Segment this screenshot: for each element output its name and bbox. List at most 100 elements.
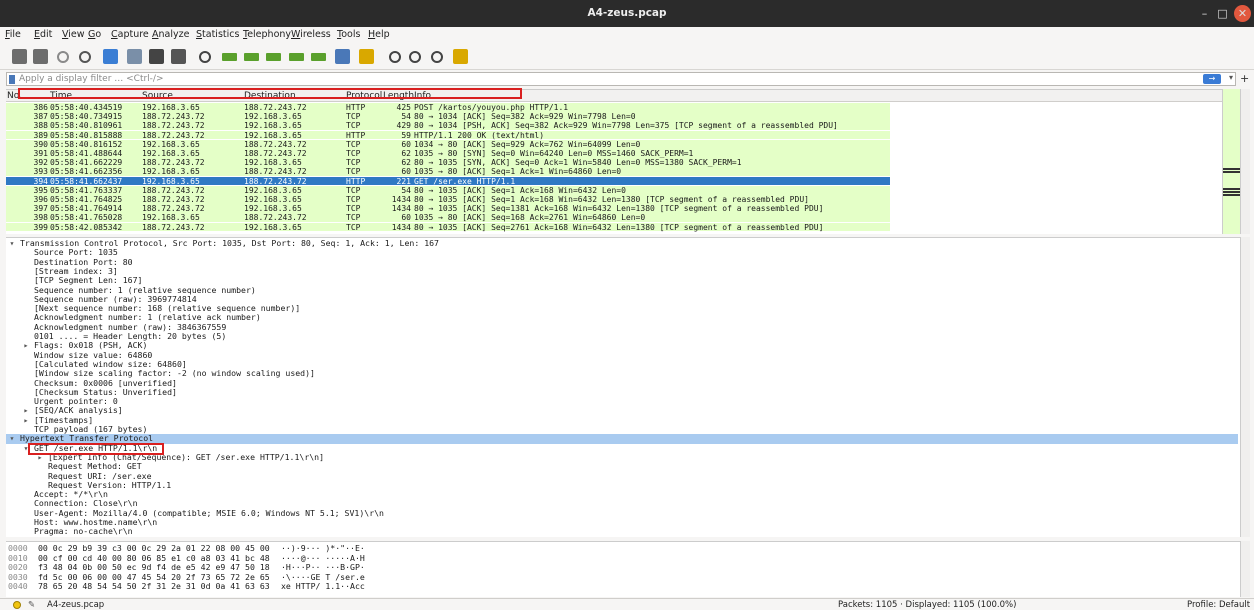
menu-tools[interactable]: Tools bbox=[337, 29, 360, 40]
column-source[interactable]: Source bbox=[142, 90, 173, 102]
details-row[interactable]: ▸ [Expert Info (Chat/Sequence): GET /ser.… bbox=[6, 452, 1238, 462]
zoom-normal-icon[interactable] bbox=[427, 47, 446, 66]
details-row[interactable]: 0101 .... = Header Length: 20 bytes (5) bbox=[6, 331, 1238, 341]
menu-file[interactable]: File bbox=[5, 29, 21, 40]
packet-row[interactable]: 395 05:58:41.763337 188.72.243.72 192.168.3… bbox=[6, 185, 890, 195]
close-file-icon[interactable] bbox=[147, 47, 166, 66]
collapse-arrow-icon[interactable]: ▾ bbox=[8, 433, 16, 443]
expert-info-indicator-icon[interactable] bbox=[13, 601, 21, 609]
packet-minimap[interactable] bbox=[1222, 89, 1241, 234]
packet-bytes-scrollbar[interactable] bbox=[1240, 541, 1250, 597]
expand-arrow-icon[interactable]: ▸ bbox=[22, 340, 30, 350]
details-row[interactable]: ▸ [Timestamps] bbox=[6, 415, 1238, 425]
reload-file-icon[interactable] bbox=[169, 47, 188, 66]
details-row[interactable]: Urgent pointer: 0 bbox=[6, 396, 1238, 406]
column-info[interactable]: Info bbox=[414, 90, 431, 102]
menu-statistics[interactable]: Statistics bbox=[196, 29, 239, 40]
packet-row[interactable]: 394 05:58:41.662437 192.168.3.65 188.72.243… bbox=[6, 176, 890, 186]
details-row[interactable]: Pragma: no-cache\r\n bbox=[6, 526, 1238, 536]
add-filter-button[interactable]: + bbox=[1240, 72, 1249, 85]
go-to-packet-icon[interactable] bbox=[264, 47, 283, 66]
details-row[interactable]: [Checksum Status: Unverified] bbox=[6, 387, 1238, 397]
resize-columns-icon[interactable] bbox=[451, 47, 470, 66]
find-packet-icon[interactable] bbox=[195, 47, 214, 66]
zoom-out-icon[interactable] bbox=[405, 47, 424, 66]
packet-row[interactable]: 392 05:58:41.662229 188.72.243.72 192.168.3… bbox=[6, 158, 890, 167]
apply-filter-button[interactable]: → bbox=[1203, 74, 1221, 84]
packet-row[interactable]: 396 05:58:41.764825 188.72.243.72 192.168.3… bbox=[6, 195, 890, 204]
packet-row[interactable]: 388 05:58:40.810961 188.72.243.72 192.168.3… bbox=[6, 121, 890, 130]
details-row[interactable]: Source Port: 1035 bbox=[6, 247, 1238, 257]
details-row[interactable]: Request Version: HTTP/1.1 bbox=[6, 480, 1238, 490]
filter-history-dropdown[interactable]: ▾ bbox=[1229, 73, 1233, 82]
details-row[interactable]: User-Agent: Mozilla/4.0 (compatible; MSI… bbox=[6, 508, 1238, 518]
details-row[interactable]: Host: www.hostme.name\r\n bbox=[6, 517, 1238, 527]
colorize-icon[interactable] bbox=[357, 47, 376, 66]
packet-row[interactable]: 386 05:58:40.434519 192.168.3.65 188.72.243… bbox=[6, 103, 890, 112]
restart-capture-icon[interactable] bbox=[53, 47, 72, 66]
start-capture-icon[interactable] bbox=[10, 47, 29, 66]
packet-row[interactable]: 399 05:58:42.085342 188.72.243.72 192.168.3… bbox=[6, 222, 890, 232]
details-row[interactable]: Window size value: 64860 bbox=[6, 350, 1238, 360]
maximize-button[interactable]: □ bbox=[1214, 5, 1231, 22]
menu-help[interactable]: Help bbox=[368, 29, 390, 40]
packet-row[interactable]: 391 05:58:41.488644 192.168.3.65 188.72.243… bbox=[6, 149, 890, 158]
packet-row[interactable]: 397 05:58:41.764914 188.72.243.72 192.168.3… bbox=[6, 204, 890, 213]
details-row[interactable]: Request Method: GET bbox=[6, 461, 1238, 471]
collapse-arrow-icon[interactable]: ▾ bbox=[8, 238, 16, 248]
stop-capture-icon[interactable] bbox=[31, 47, 50, 66]
details-row[interactable]: Accept: */*\r\n bbox=[6, 489, 1238, 499]
packet-list-scrollbar[interactable] bbox=[1240, 89, 1250, 234]
display-filter-bar[interactable]: Apply a display filter … <Ctrl-/> → ▾ bbox=[6, 72, 1236, 86]
bookmark-icon[interactable] bbox=[9, 75, 15, 84]
details-row[interactable]: Request URI: /ser.exe bbox=[6, 471, 1238, 481]
go-last-icon[interactable] bbox=[309, 47, 328, 66]
autoscroll-icon[interactable] bbox=[333, 47, 352, 66]
menu-analyze[interactable]: Analyze bbox=[152, 29, 189, 40]
column-destination[interactable]: Destination bbox=[244, 90, 296, 102]
column-length[interactable]: Length bbox=[383, 90, 414, 102]
open-file-icon[interactable] bbox=[101, 47, 120, 66]
packet-bytes-pane[interactable]: 0000 00 0c 29 b9 39 c3 00 0c 29 2a 01 22 … bbox=[6, 541, 1250, 597]
menu-capture[interactable]: Capture bbox=[111, 29, 149, 40]
display-filter-input[interactable]: Apply a display filter … <Ctrl-/> bbox=[19, 74, 164, 84]
details-row[interactable]: Checksum: 0x0006 [unverified] bbox=[6, 378, 1238, 388]
details-row[interactable]: ▾ Transmission Control Protocol, Src Port… bbox=[6, 238, 1238, 248]
menu-view[interactable]: View bbox=[62, 29, 85, 40]
details-row[interactable]: [Stream index: 3] bbox=[6, 266, 1238, 276]
minimize-button[interactable]: – bbox=[1196, 5, 1213, 22]
menu-wireless[interactable]: Wireless bbox=[291, 29, 331, 40]
capture-options-icon[interactable] bbox=[75, 47, 94, 66]
go-forward-icon[interactable] bbox=[242, 47, 261, 66]
column-protocol[interactable]: Protocol bbox=[346, 90, 382, 102]
packet-details-scrollbar[interactable] bbox=[1240, 237, 1250, 537]
capture-comment-icon[interactable]: ✎ bbox=[28, 599, 35, 610]
menu-go[interactable]: Go bbox=[88, 29, 101, 40]
packet-row[interactable]: 393 05:58:41.662356 192.168.3.65 188.72.243… bbox=[6, 167, 890, 176]
column-time[interactable]: Time bbox=[50, 90, 72, 102]
go-back-icon[interactable] bbox=[220, 47, 239, 66]
details-row[interactable]: TCP payload (167 bytes) bbox=[6, 424, 1238, 434]
packet-row[interactable]: 389 05:58:40.815888 188.72.243.72 192.168.3… bbox=[6, 130, 890, 140]
packet-row[interactable]: 390 05:58:40.816152 192.168.3.65 188.72.243… bbox=[6, 139, 890, 149]
menu-telephony[interactable]: Telephony bbox=[243, 29, 291, 40]
expand-arrow-icon[interactable]: ▸ bbox=[36, 452, 44, 462]
expand-arrow-icon[interactable]: ▸ bbox=[22, 415, 30, 425]
packet-details-tree[interactable]: ▾ Transmission Control Protocol, Src Port… bbox=[6, 237, 1250, 537]
close-button[interactable]: ✕ bbox=[1234, 5, 1251, 22]
details-row[interactable]: [Window size scaling factor: -2 (no wind… bbox=[6, 368, 1238, 378]
save-file-icon[interactable] bbox=[125, 47, 144, 66]
zoom-in-icon[interactable] bbox=[385, 47, 404, 66]
go-first-icon[interactable] bbox=[287, 47, 306, 66]
menu-edit[interactable]: Edit bbox=[34, 29, 52, 40]
details-row[interactable]: ▾ Hypertext Transfer Protocol bbox=[6, 433, 1238, 444]
collapse-arrow-icon[interactable]: ▾ bbox=[22, 443, 30, 453]
packet-list[interactable]: No. Time Source Destination Protocol Len… bbox=[6, 89, 1250, 234]
status-profile[interactable]: Profile: Default bbox=[1187, 599, 1250, 610]
details-row[interactable]: ▸ [SEQ/ACK analysis] bbox=[6, 405, 1238, 415]
details-row[interactable]: ▸ Flags: 0x018 (PSH, ACK) bbox=[6, 340, 1238, 350]
column-no[interactable]: No. bbox=[7, 90, 22, 102]
details-row[interactable]: Destination Port: 80 bbox=[6, 257, 1238, 267]
packet-row[interactable]: 398 05:58:41.765028 192.168.3.65 188.72.243… bbox=[6, 213, 890, 222]
packet-row[interactable]: 387 05:58:40.734915 188.72.243.72 192.168.3… bbox=[6, 112, 890, 121]
